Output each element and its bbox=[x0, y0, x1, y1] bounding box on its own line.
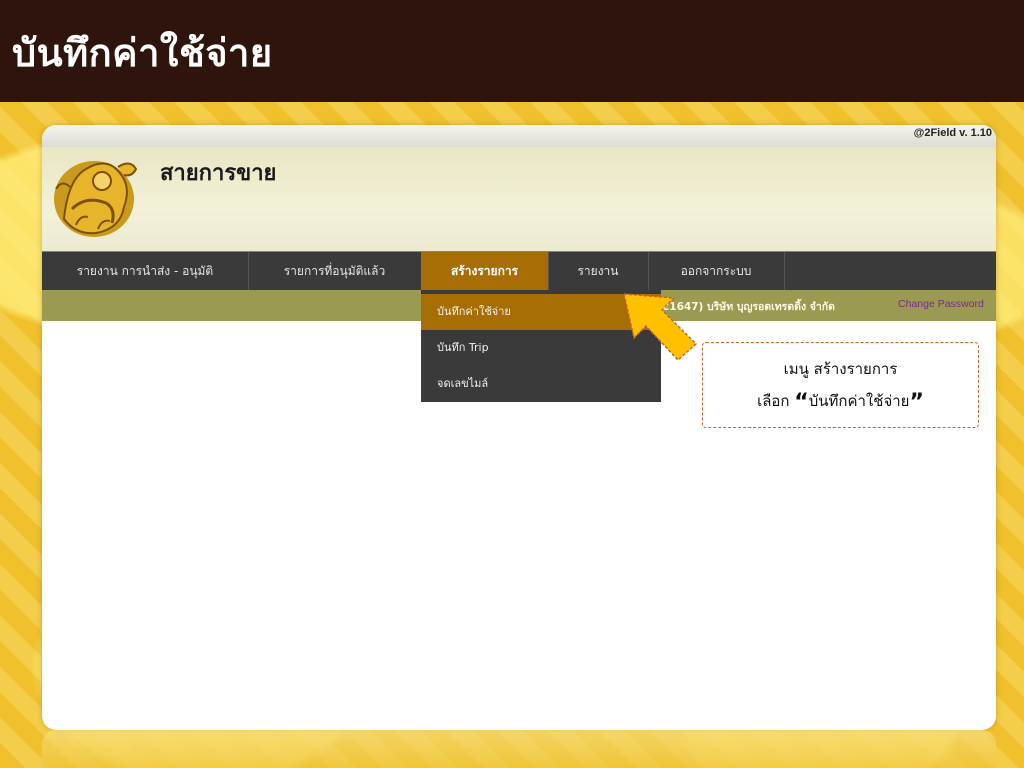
close-quote: ” bbox=[909, 390, 924, 415]
slide-header: บันทึกค่าใช้จ่าย bbox=[0, 0, 1024, 102]
instruction-callout: เมนู สร้างรายการ เลือก “บันทึกค่าใช้จ่าย… bbox=[702, 342, 979, 428]
nav-item-approved-list[interactable]: รายการที่อนุมัติแล้ว bbox=[248, 252, 422, 290]
main-nav: รายงาน การนำส่ง - อนุมัติ รายการที่อนุมั… bbox=[42, 252, 996, 290]
lion-emblem-icon bbox=[54, 161, 138, 237]
banner-title: สายการขาย bbox=[160, 161, 277, 186]
version-label: @2Field v. 1.10 bbox=[913, 127, 992, 139]
callout-line1: เมนู สร้างรายการ bbox=[783, 360, 898, 378]
footer-strip bbox=[42, 730, 996, 768]
app-topbar: @2Field v. 1.10 bbox=[42, 125, 996, 147]
nav-item-approval-report[interactable]: รายงาน การนำส่ง - อนุมัติ bbox=[42, 252, 249, 290]
callout-target: บันทึกค่าใช้จ่าย bbox=[808, 392, 910, 410]
nav-item-report[interactable]: รายงาน bbox=[548, 252, 649, 290]
slide-title: บันทึกค่าใช้จ่าย bbox=[12, 31, 273, 75]
menu-item-mileage[interactable]: จดเลขไมล์ bbox=[421, 366, 661, 402]
app-banner: สายการขาย bbox=[42, 147, 996, 253]
nav-item-create-entry[interactable]: สร้างรายการ bbox=[421, 252, 549, 290]
arrow-pointer-icon bbox=[623, 293, 698, 362]
open-quote: “ bbox=[794, 390, 809, 415]
callout-prefix: เลือก bbox=[757, 392, 795, 410]
callout-line2: เลือก “บันทึกค่าใช้จ่าย” bbox=[703, 389, 978, 415]
change-password-link[interactable]: Change Password bbox=[898, 298, 984, 310]
nav-item-logout[interactable]: ออกจากระบบ bbox=[648, 252, 785, 290]
